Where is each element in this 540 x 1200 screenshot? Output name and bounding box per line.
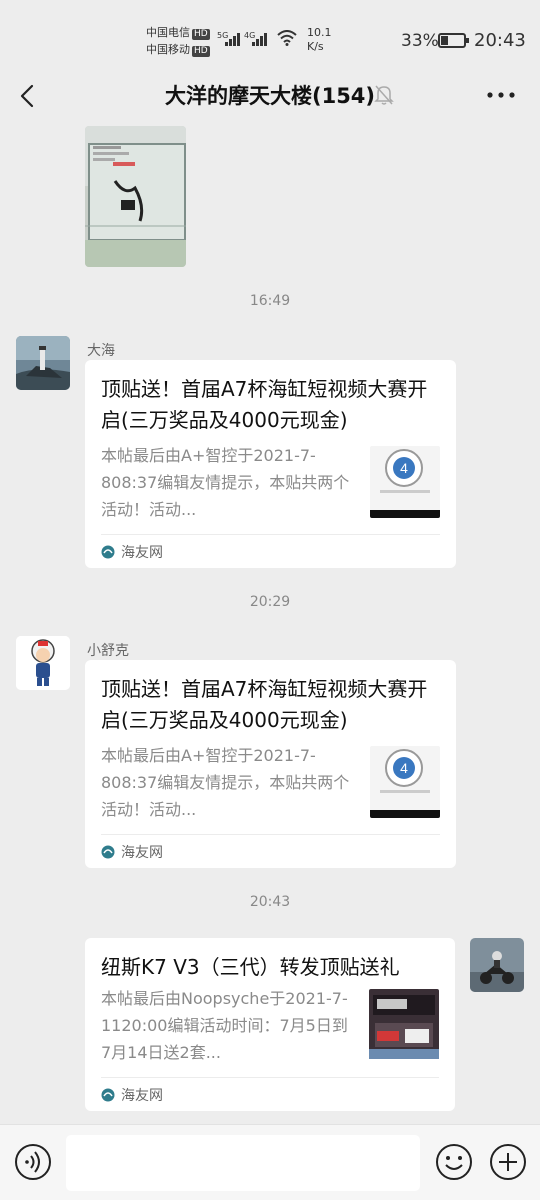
message-input[interactable] bbox=[66, 1135, 420, 1191]
carrier-1: 中国电信 bbox=[146, 26, 190, 39]
image-message[interactable] bbox=[85, 126, 186, 267]
card-thumbnail bbox=[369, 989, 439, 1061]
network-type-1: 5G bbox=[217, 31, 229, 40]
link-card[interactable]: 顶贴送！首届A7杯海缸短视频大赛开启(三万奖品及4000元现金) 本帖最后由A+… bbox=[85, 660, 456, 868]
avatar-self[interactable] bbox=[470, 938, 524, 992]
input-bar bbox=[0, 1124, 540, 1200]
card-source: 海友网 bbox=[101, 534, 440, 568]
carrier-2: 中国移动 bbox=[146, 43, 190, 56]
card-source: 海友网 bbox=[101, 834, 440, 868]
emoji-icon[interactable] bbox=[435, 1143, 473, 1181]
battery-icon bbox=[438, 33, 469, 48]
plus-icon[interactable] bbox=[489, 1143, 527, 1181]
status-bar: 中国电信 HD 中国移动 HD 5G 4G 10.1 K/s 33% 20:43 bbox=[0, 0, 540, 70]
card-description: 本帖最后由A+智控于2021-7-808:37编辑友情提示，本贴共两个活动！活动… bbox=[101, 446, 350, 519]
source-app-icon bbox=[101, 845, 115, 858]
motorcycle-avatar-image bbox=[470, 938, 524, 992]
product-thumbnail bbox=[369, 989, 439, 1059]
source-app-icon bbox=[101, 1088, 115, 1101]
signal-4g-icon: 4G bbox=[244, 31, 267, 46]
card-source-name: 海友网 bbox=[121, 1087, 163, 1104]
card-source: 海友网 bbox=[101, 1077, 439, 1111]
card-description: 本帖最后由Noopsyche于2021-7-1120:00编辑活动时间：7月5日… bbox=[101, 989, 348, 1062]
network-speed-unit: K/s bbox=[307, 40, 324, 53]
more-dots-icon[interactable] bbox=[484, 84, 518, 106]
brand-logo-thumbnail: 4 bbox=[370, 446, 440, 518]
card-source-name: 海友网 bbox=[121, 844, 163, 861]
time-divider: 20:29 bbox=[249, 594, 291, 610]
network-speed: 10.1 K/s bbox=[307, 26, 332, 54]
hd-badge-2: HD bbox=[192, 46, 210, 57]
hd-badge-1: HD bbox=[192, 29, 210, 40]
pilot-avatar-image bbox=[16, 636, 70, 690]
bell-off-icon bbox=[374, 85, 394, 105]
carrier-info: 中国电信 HD 中国移动 HD bbox=[146, 24, 210, 58]
signal-indicators: 5G 4G bbox=[217, 30, 297, 46]
chat-title: 大洋的摩天大楼(154) bbox=[164, 84, 376, 108]
time-divider: 16:49 bbox=[249, 293, 291, 309]
card-description: 本帖最后由A+智控于2021-7-808:37编辑友情提示，本贴共两个活动！活动… bbox=[101, 746, 350, 819]
card-thumbnail: 4 bbox=[370, 746, 440, 818]
svg-text:4: 4 bbox=[400, 460, 408, 476]
battery-percent: 33% bbox=[401, 31, 439, 51]
card-title: 纽斯K7 V3（三代）转发顶贴送礼 bbox=[101, 955, 400, 979]
avatar-xiaoshuke[interactable] bbox=[16, 636, 70, 690]
card-title: 顶贴送！首届A7杯海缸短视频大赛开启(三万奖品及4000元现金) bbox=[101, 677, 428, 732]
network-speed-value: 10.1 bbox=[307, 26, 332, 39]
sender-name: 小舒克 bbox=[87, 643, 129, 659]
battery-fill bbox=[441, 36, 449, 45]
card-source-name: 海友网 bbox=[121, 544, 163, 561]
link-card[interactable]: 顶贴送！首届A7杯海缸短视频大赛开启(三万奖品及4000元现金) 本帖最后由A+… bbox=[85, 360, 456, 568]
status-time: 20:43 bbox=[474, 30, 526, 51]
card-title: 顶贴送！首届A7杯海缸短视频大赛开启(三万奖品及4000元现金) bbox=[101, 377, 428, 432]
network-type-2: 4G bbox=[244, 31, 256, 40]
source-app-icon bbox=[101, 545, 115, 558]
signal-5g-icon: 5G bbox=[217, 31, 240, 46]
avatar-dahai[interactable] bbox=[16, 336, 70, 390]
svg-text:4: 4 bbox=[400, 760, 408, 776]
time-divider: 20:43 bbox=[249, 894, 291, 910]
chat-header: 大洋的摩天大楼(154) bbox=[0, 70, 540, 122]
wifi-icon bbox=[277, 30, 297, 46]
link-card-sent[interactable]: 纽斯K7 V3（三代）转发顶贴送礼 本帖最后由Noopsyche于2021-7-… bbox=[85, 938, 455, 1111]
voice-icon[interactable] bbox=[14, 1143, 52, 1181]
sender-name: 大海 bbox=[87, 343, 115, 359]
card-thumbnail: 4 bbox=[370, 446, 440, 518]
brand-logo-thumbnail: 4 bbox=[370, 746, 440, 818]
aquarium-photo bbox=[85, 126, 186, 267]
lighthouse-avatar-image bbox=[16, 336, 70, 390]
